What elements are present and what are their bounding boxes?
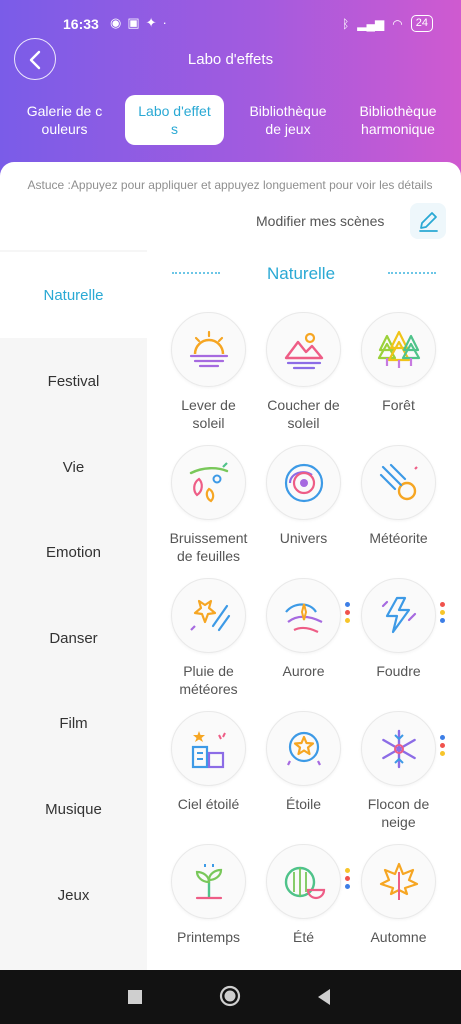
effect-icon-circle: [266, 578, 341, 653]
effect-tile-lightning[interactable]: Foudre: [351, 578, 446, 710]
snowflake-icon: [382, 729, 416, 769]
effect-label: Forêt: [382, 397, 415, 413]
effect-tile-spring[interactable]: Printemps: [161, 844, 256, 976]
color-dots: [440, 602, 445, 626]
tab-label: Bibliothèque: [249, 103, 327, 119]
color-dots: [440, 735, 445, 759]
tab-effects-lab[interactable]: Labo d'effet s: [125, 95, 224, 145]
effect-tile-forest[interactable]: Forêt: [351, 312, 446, 444]
category-item[interactable]: Film: [0, 680, 147, 766]
notification-icons: ◉ ▣ ✦ ·: [110, 15, 167, 31]
effect-label: Flocon de neige: [367, 796, 430, 830]
effect-tile-snowflake[interactable]: Flocon de neige: [351, 711, 446, 843]
system-icons: ᛒ ▂▄▆ ◠ 24: [342, 15, 433, 32]
home-icon[interactable]: [219, 985, 241, 1007]
category-item[interactable]: Vie: [0, 424, 147, 510]
status-time: 16:33: [63, 16, 99, 32]
twitter-icon: ✦: [145, 15, 157, 30]
effect-tile-meteor-shower[interactable]: Pluie de météores: [161, 578, 256, 710]
effect-icon-circle: [171, 578, 246, 653]
wifi-icon: ◠: [392, 16, 403, 31]
effect-label: Foudre: [376, 663, 421, 679]
tab-label: harmonique: [361, 121, 435, 137]
effect-icon-circle: [266, 844, 341, 919]
effect-tile-autumn[interactable]: Automne: [351, 844, 446, 976]
effect-icon-circle: [266, 312, 341, 387]
galaxy-icon: [284, 463, 324, 503]
effect-icon-circle: [361, 445, 436, 520]
section-divider: [388, 272, 436, 274]
leaves-icon: [189, 462, 229, 503]
effect-tile-rustling-leaves[interactable]: Bruissement de feuilles: [161, 445, 256, 577]
tab-label: Labo d'effet: [138, 103, 211, 119]
effect-tile-summer[interactable]: Été: [256, 844, 351, 976]
bluetooth-icon: ᛒ: [342, 16, 350, 31]
tip-text: Astuce :Appuyez pour appliquer et appuye…: [27, 178, 433, 192]
effect-tile-starry-sky[interactable]: Ciel étoilé: [161, 711, 256, 843]
recent-apps-icon[interactable]: [127, 989, 143, 1005]
category-item[interactable]: Musique: [0, 766, 147, 852]
effect-icon-circle: [266, 711, 341, 786]
signal-icon: ▂▄▆: [357, 16, 385, 31]
effect-icon-circle: [266, 445, 341, 520]
color-dots: [345, 602, 350, 626]
effect-icon-circle: [361, 312, 436, 387]
effect-icon-circle: [361, 844, 436, 919]
effect-icon-circle: [171, 711, 246, 786]
meteor-shower-icon: [190, 599, 231, 632]
effect-tile-sunrise[interactable]: Lever de soleil: [161, 312, 256, 444]
effect-tile-sunset[interactable]: Coucher de soleil: [256, 312, 351, 444]
maple-leaf-icon: [379, 862, 419, 900]
battery-indicator: 24: [410, 15, 433, 32]
system-nav-bar: [0, 970, 461, 1024]
pencil-icon: [419, 212, 438, 232]
phone-icon: ▣: [127, 15, 140, 30]
meteorite-icon: [379, 463, 418, 501]
effect-icon-circle: [361, 578, 436, 653]
effect-label: Automne: [370, 929, 427, 945]
section-title: Naturelle: [267, 264, 336, 283]
lightning-icon: [381, 596, 417, 634]
effect-tile-aurora[interactable]: Aurore: [256, 578, 351, 710]
category-item[interactable]: Emotion: [0, 509, 147, 595]
aurora-icon: [285, 603, 323, 633]
tab-label: de jeux: [265, 121, 311, 137]
edit-scenes-button[interactable]: [410, 203, 446, 239]
dot-icon: ·: [162, 15, 167, 30]
tab-color-gallery[interactable]: Galerie de c ouleurs: [17, 95, 112, 145]
effect-tile-meteorite[interactable]: Météorite: [351, 445, 446, 577]
modify-scenes-label[interactable]: Modifier mes scènes: [256, 213, 384, 229]
tab-harmonic-library[interactable]: Bibliothèque harmonique: [348, 95, 448, 145]
tab-label: ouleurs: [41, 121, 88, 137]
tab-label: s: [170, 121, 178, 137]
back-nav-icon[interactable]: [316, 988, 332, 1006]
category-sidebar: Naturelle Festival Vie Emotion Danser Fi…: [0, 250, 147, 970]
sunrise-icon: [189, 330, 229, 368]
tab-game-library[interactable]: Bibliothèque de jeux: [238, 95, 338, 145]
effect-tile-universe[interactable]: Univers: [256, 445, 351, 577]
color-dots: [345, 868, 350, 892]
sprout-icon: [195, 864, 223, 900]
watermelon-icon: [284, 866, 326, 900]
star-icon: [287, 731, 321, 766]
effect-icon-circle: [171, 844, 246, 919]
starry-sky-icon: [191, 731, 226, 769]
category-item[interactable]: Festival: [0, 338, 147, 424]
effect-icon-circle: [171, 445, 246, 520]
category-item[interactable]: Jeux: [0, 852, 147, 938]
page-title: Labo d'effets: [187, 51, 274, 68]
category-item[interactable]: Danser: [0, 595, 147, 681]
section-divider: [172, 272, 220, 274]
sunset-icon: [284, 332, 324, 370]
messenger-icon: ◉: [110, 15, 122, 30]
effect-icon-circle: [171, 312, 246, 387]
tab-label: Galerie de c: [26, 103, 103, 119]
category-item[interactable]: Naturelle: [0, 252, 147, 338]
effect-tile-star[interactable]: Étoile: [256, 711, 351, 843]
forest-icon: [377, 330, 421, 368]
tab-label: Bibliothèque: [359, 103, 437, 119]
status-bar: 16:33 ◉ ▣ ✦ · ᛒ ▂▄▆ ◠ 24: [0, 0, 461, 50]
effect-label: Météorite: [369, 530, 428, 546]
effect-icon-circle: [361, 711, 436, 786]
